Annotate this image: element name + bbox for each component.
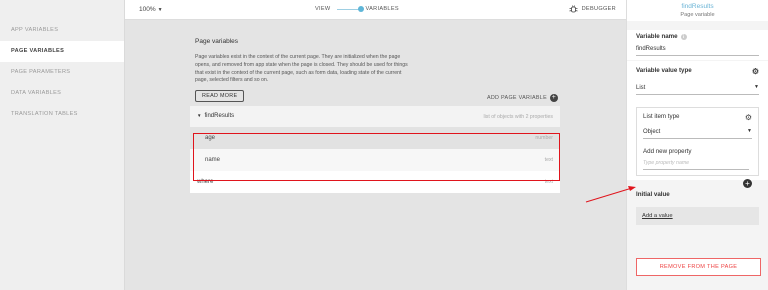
property-name-input[interactable]: Type property name [643,158,749,170]
add-property-button[interactable]: + [743,179,752,188]
variable-name: findResults [204,113,235,120]
add-page-variable-label: ADD PAGE VARIABLE [486,95,547,102]
highlight-box [193,133,560,181]
triangle-down-icon[interactable]: ▼ [197,113,201,118]
caret-down-icon: ▼ [747,128,752,134]
zoom-value: 100% [139,6,156,13]
value-type-section: Variable value type ⚙ List ▼ List item t… [627,61,768,188]
list-item-type-label: List item type [643,113,680,120]
right-panel: findResults Page variable Variable name i… [626,0,768,290]
variable-row-findresults[interactable]: ▼ findResults list of objects with 2 prop… [190,106,560,128]
view-label: VIEW [315,6,331,12]
bug-icon [568,5,578,13]
remove-from-page-button[interactable]: REMOVE FROM THE PAGE [636,258,761,276]
panel-subtitle: Page variable [680,12,715,18]
variable-name-section: Variable name i findResults [627,30,768,60]
page-description: Page variables exist in the context of t… [195,54,408,84]
panel-title: findResults [681,3,714,10]
sidebar-item-translation-tables[interactable]: TRANSLATION TABLES [0,104,124,125]
gear-icon[interactable]: ⚙ [745,113,752,122]
toggle-switch-icon[interactable] [336,6,364,12]
left-sidebar: APP VARIABLES PAGE VARIABLES PAGE PARAME… [0,0,125,290]
top-bar: 100% ▼ VIEW VARIABLES DEBUGGER [125,0,626,20]
variable-name-label: Variable name [636,33,678,40]
variable-name-field[interactable]: findResults [636,43,759,56]
panel-header: findResults Page variable [627,0,768,21]
info-icon[interactable]: i [680,33,687,40]
sidebar-item-data-variables[interactable]: DATA VARIABLES [0,83,124,104]
debugger-label: DEBUGGER [581,6,616,12]
debugger-button[interactable]: DEBUGGER [568,5,616,13]
plus-circle-icon: + [550,94,558,103]
caret-down-icon: ▼ [754,84,759,90]
value-type-label: Variable value type [636,67,692,74]
read-more-button[interactable]: READ MORE [195,90,245,103]
add-property-label: Add new property [643,148,692,155]
value-type-select[interactable]: List ▼ [636,82,759,95]
add-page-variable-button[interactable]: ADD PAGE VARIABLE + [486,94,558,103]
variable-meta: list of objects with 2 properties [483,114,554,121]
add-value-link[interactable]: Add a value [636,207,759,225]
sidebar-item-page-parameters[interactable]: PAGE PARAMETERS [0,62,124,83]
variables-label: VARIABLES [365,6,399,12]
list-item-type-value: Object [643,129,661,135]
sidebar-item-app-variables[interactable]: APP VARIABLES [0,20,124,41]
page-title: Page variables [195,38,238,45]
list-item-type-card: List item type ⚙ Object ▼ Add new proper… [636,107,759,188]
list-item-type-select[interactable]: Object ▼ [643,126,752,139]
gear-icon[interactable]: ⚙ [752,67,759,76]
caret-down-icon: ▼ [157,7,163,13]
view-toggle[interactable]: VIEW VARIABLES [315,6,399,12]
zoom-select[interactable]: 100% ▼ [139,6,163,13]
sidebar-item-page-variables[interactable]: PAGE VARIABLES [0,41,124,62]
value-type-value: List [636,85,646,91]
initial-value-label: Initial value [636,191,670,198]
